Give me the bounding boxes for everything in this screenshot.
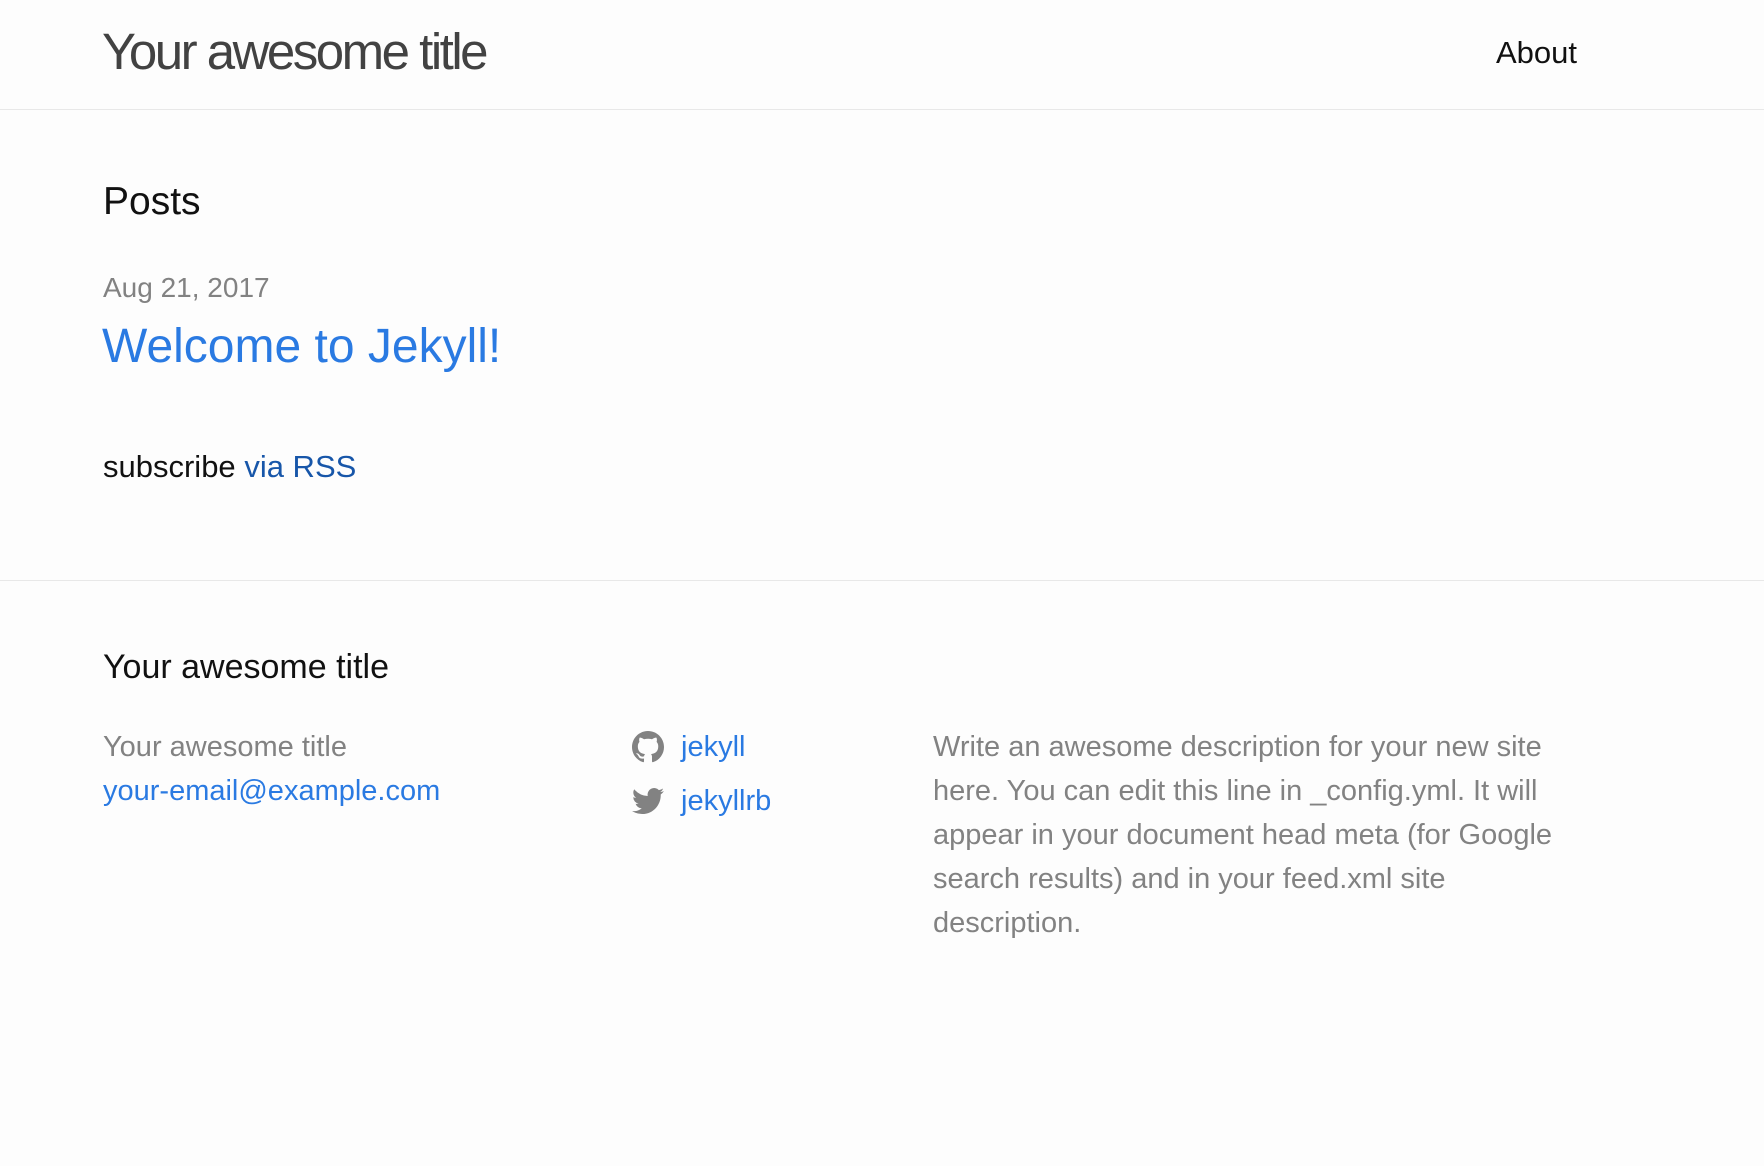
nav-about-link[interactable]: About [1496, 34, 1577, 72]
post-title-link[interactable]: Welcome to Jekyll! [102, 318, 501, 376]
twitter-icon [632, 785, 664, 817]
github-link[interactable]: jekyll [632, 725, 745, 769]
twitter-link[interactable]: jekyllrb [632, 779, 771, 823]
github-username: jekyll [681, 730, 746, 763]
site-title-link[interactable]: Your awesome title [102, 22, 489, 82]
footer-contact-name: Your awesome title [103, 731, 347, 763]
rss-prefix: subscribe [103, 449, 236, 484]
rss-subscribe: subscribe via RSS [103, 448, 356, 486]
page-heading: Posts [103, 180, 201, 223]
footer-heading: Your awesome title [103, 648, 390, 686]
twitter-username: jekyllrb [681, 784, 772, 817]
rss-link[interactable]: via RSS [244, 449, 356, 484]
site-header: Your awesome title About [0, 0, 1764, 110]
site-description: Write an awesome description for your ne… [933, 731, 1553, 939]
github-icon [632, 731, 664, 763]
site-footer: Your awesome title Your awesome title yo… [0, 580, 1764, 1166]
footer-email-link[interactable]: your-email@example.com [103, 769, 440, 813]
post-date: Aug 21, 2017 [103, 272, 270, 303]
